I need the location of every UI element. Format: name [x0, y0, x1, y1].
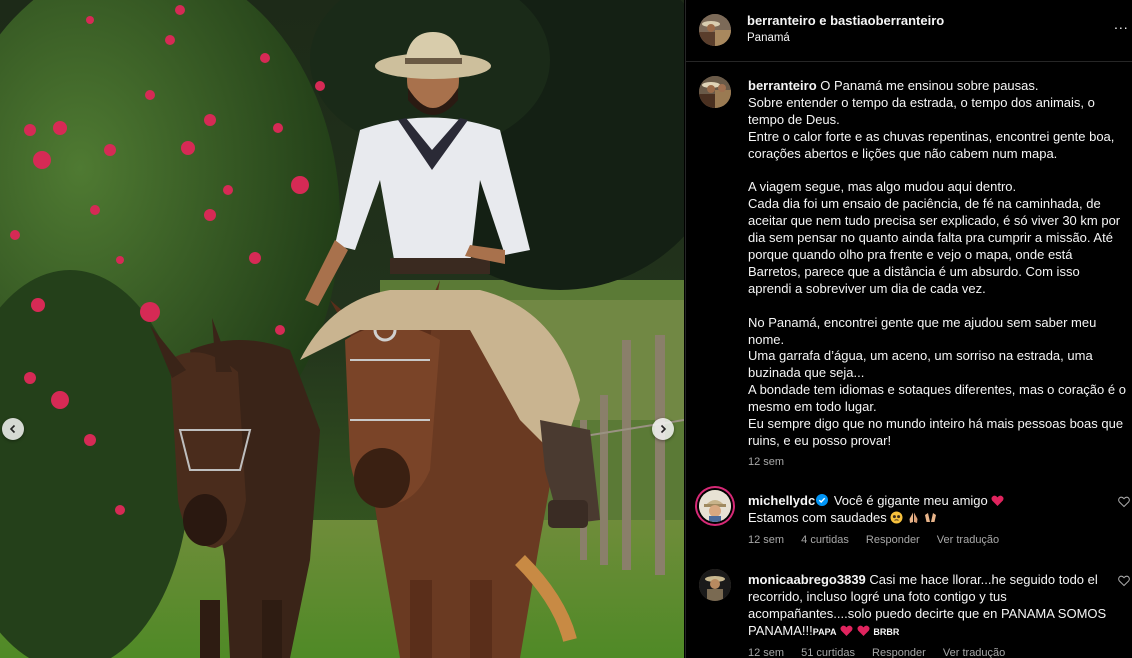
like-comment-heart-icon[interactable]: [1118, 496, 1130, 508]
comment-timestamp[interactable]: 12 sem: [748, 647, 784, 658]
reply-button[interactable]: Responder: [866, 534, 920, 546]
caption-paragraph-3: No Panamá, encontrei gente que me ajudou…: [748, 314, 1126, 448]
post-photo: [0, 0, 684, 658]
next-photo-button[interactable]: [652, 418, 674, 440]
praying-hands-emoji-icon: [909, 512, 918, 523]
post-header: berranteiro e bastiaoberranteiro Panamá …: [686, 0, 1132, 62]
raised-hands-emoji-icon: [924, 513, 936, 522]
comment-text-line-2: Estamos com saudades: [748, 510, 887, 525]
red-heart-emoji-icon: [991, 495, 1004, 506]
more-options-button[interactable]: ...: [1114, 16, 1129, 32]
post-authors[interactable]: berranteiro e bastiaoberranteiro: [747, 13, 944, 28]
red-heart-emoji-icon: [840, 625, 853, 636]
post-image: [0, 0, 684, 658]
commenter-avatar-image: [699, 490, 731, 522]
caption-avatar-image: [699, 76, 731, 108]
translate-button[interactable]: Ver tradução: [943, 647, 1005, 658]
post-caption: berranteiro O Panamá me ensinou sobre pa…: [748, 78, 1126, 450]
verified-badge-icon: [816, 494, 829, 506]
comment-username[interactable]: monicaabrego3839: [748, 572, 866, 587]
caption-paragraph-2: A viagem segue, mas algo mudou aqui dent…: [748, 179, 1121, 296]
comment-body: michellydc Você é gigante meu amigo Esta…: [748, 492, 1118, 526]
caption-username[interactable]: berranteiro: [748, 78, 817, 93]
author-avatar[interactable]: [699, 14, 731, 46]
commenter-avatar-image: [699, 569, 731, 601]
comment-meta: 12 sem 51 curtidas Responder Ver traduçã…: [748, 647, 1019, 658]
chevron-left-icon: [9, 424, 16, 434]
like-comment-heart-icon[interactable]: [1118, 575, 1130, 587]
caption-timestamp[interactable]: 12 sem: [748, 456, 784, 468]
chevron-right-icon: [660, 424, 667, 434]
comment-text: Você é gigante meu amigo: [833, 493, 988, 508]
commenter-avatar[interactable]: [699, 569, 731, 601]
comment-body: monicaabrego3839 Casi me hace llorar...h…: [748, 571, 1118, 641]
commenter-avatar[interactable]: [699, 490, 731, 522]
reply-button[interactable]: Responder: [872, 647, 926, 658]
caption-author-avatar[interactable]: [699, 76, 731, 108]
caption-first-line: O Panamá me ensinou sobre pausas.: [820, 78, 1039, 93]
comment-likes-count[interactable]: 51 curtidas: [801, 647, 855, 658]
comment-tag-2: BRBR: [873, 627, 900, 637]
comment-username[interactable]: michellydc: [748, 493, 815, 508]
post-location[interactable]: Panamá: [747, 32, 790, 44]
pleading-face-emoji-icon: [890, 511, 903, 524]
author-avatar-image: [699, 14, 731, 46]
comment-meta: 12 sem 4 curtidas Responder Ver tradução: [748, 534, 1013, 546]
translate-button[interactable]: Ver tradução: [937, 534, 999, 546]
comment-likes-count[interactable]: 4 curtidas: [801, 534, 849, 546]
caption-paragraph-1: Sobre entender o tempo da estrada, o tem…: [748, 94, 1115, 161]
comment-timestamp[interactable]: 12 sem: [748, 534, 784, 546]
red-heart-emoji-icon: [857, 625, 870, 636]
comment-tag-1: PAPA: [812, 627, 837, 637]
previous-photo-button[interactable]: [2, 418, 24, 440]
post-side-panel: berranteiro e bastiaoberranteiro Panamá …: [685, 0, 1132, 658]
